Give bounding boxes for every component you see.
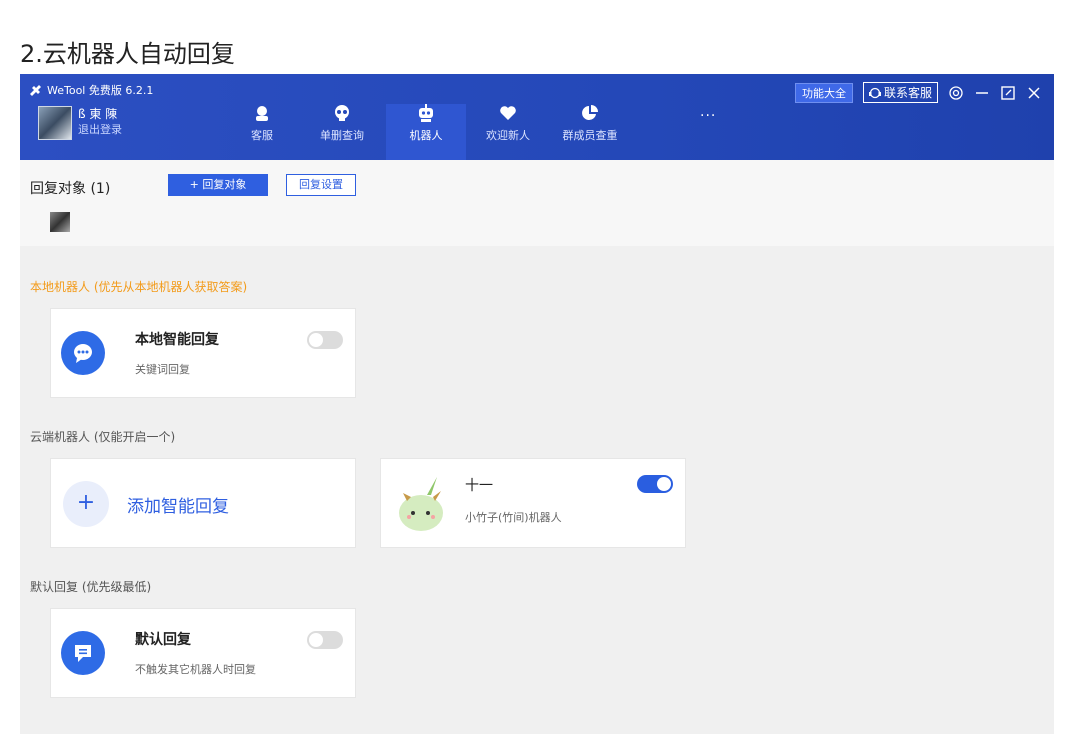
features-button[interactable]: 功能大全 <box>794 82 853 103</box>
default-reply-toggle[interactable] <box>307 631 343 649</box>
wetool-window: WeTool 免费版 6.2.1 ß 東 陳 退出登录 客服 单删查询 机器人 … <box>20 74 1054 734</box>
nav-label: 欢迎新人 <box>486 129 530 142</box>
default-reply-section-label: 默认回复 (优先级最低) <box>30 580 152 594</box>
local-robot-section-label: 本地机器人 (优先从本地机器人获取答案) <box>30 280 248 294</box>
nav-tab-group-dedupe[interactable]: 群成员查重 <box>550 104 630 160</box>
add-smart-reply-label: 添加智能回复 <box>127 497 229 517</box>
card-subtitle: 不触发其它机器人时回复 <box>135 663 256 676</box>
avatar[interactable] <box>38 106 72 140</box>
nav-label: 群成员查重 <box>562 129 618 142</box>
default-reply-card[interactable]: 默认回复 不触发其它机器人时回复 <box>50 608 356 698</box>
reply-target-label: 回复对象 (1) <box>30 181 111 197</box>
card-subtitle: 关键词回复 <box>135 363 190 376</box>
nav-label: 客服 <box>251 129 273 142</box>
window-controls: 功能大全 联系客服 <box>794 82 1042 103</box>
message-icon <box>61 631 105 675</box>
app-title: WeTool 免费版 6.2.1 <box>30 82 153 98</box>
contact-support-button[interactable]: 联系客服 <box>862 82 938 103</box>
bamboo-mascot-icon <box>399 477 443 531</box>
add-smart-reply-card[interactable]: + 添加智能回复 <box>50 458 356 548</box>
card-title: 本地智能回复 <box>135 332 219 348</box>
cloud-robot-section-label: 云端机器人 (仅能开启一个) <box>30 430 176 444</box>
user-name: ß 東 陳 <box>78 107 118 121</box>
headset-icon <box>868 87 881 98</box>
nav-tab-welcome[interactable]: 欢迎新人 <box>468 104 548 160</box>
robot-icon <box>419 104 433 122</box>
title-bar: WeTool 免费版 6.2.1 ß 東 陳 退出登录 客服 单删查询 机器人 … <box>20 74 1054 160</box>
more-menu-button[interactable]: ··· <box>700 108 716 124</box>
nav-tab-robot[interactable]: 机器人 <box>386 104 466 160</box>
user-profile[interactable]: ß 東 陳 退出登录 <box>38 106 122 140</box>
bamboo-robot-toggle[interactable] <box>637 475 673 493</box>
nav-tab-single-delete-query[interactable]: 单删查询 <box>302 104 382 160</box>
pie-chart-icon <box>582 105 598 120</box>
bamboo-robot-card[interactable]: 十一 小竹子(竹间)机器人 <box>380 458 686 548</box>
document-heading: 2.云机器人自动回复 <box>20 40 235 68</box>
nav-label: 机器人 <box>409 129 443 142</box>
card-subtitle: 小竹子(竹间)机器人 <box>465 511 562 524</box>
add-reply-target-button[interactable]: + 回复对象 <box>168 174 268 196</box>
app-title-text: WeTool 免费版 6.2.1 <box>47 84 154 97</box>
heart-icon <box>500 106 516 120</box>
chat-bubble-icon <box>61 331 105 375</box>
wrench-icon <box>30 85 41 96</box>
reply-target-avatar[interactable] <box>50 212 70 232</box>
settings-icon[interactable] <box>948 85 964 101</box>
plus-icon: + <box>63 481 109 527</box>
close-icon[interactable] <box>1026 85 1042 101</box>
reply-settings-button[interactable]: 回复设置 <box>286 174 356 196</box>
card-title: 默认回复 <box>135 632 191 648</box>
minimize-icon[interactable] <box>974 85 990 101</box>
local-smart-reply-toggle[interactable] <box>307 331 343 349</box>
logout-link[interactable]: 退出登录 <box>78 122 122 138</box>
card-title: 十一 <box>465 478 493 494</box>
skull-icon <box>335 105 349 121</box>
contact-support-label: 联系客服 <box>883 86 932 100</box>
nav-tab-customer-service[interactable]: 客服 <box>222 104 302 160</box>
reply-target-bar: 回复对象 (1) + 回复对象 回复设置 <box>20 160 1054 246</box>
headset-icon <box>256 106 268 121</box>
nav-label: 单删查询 <box>320 129 364 142</box>
maximize-icon[interactable] <box>1000 85 1016 101</box>
local-smart-reply-card[interactable]: 本地智能回复 关键词回复 <box>50 308 356 398</box>
